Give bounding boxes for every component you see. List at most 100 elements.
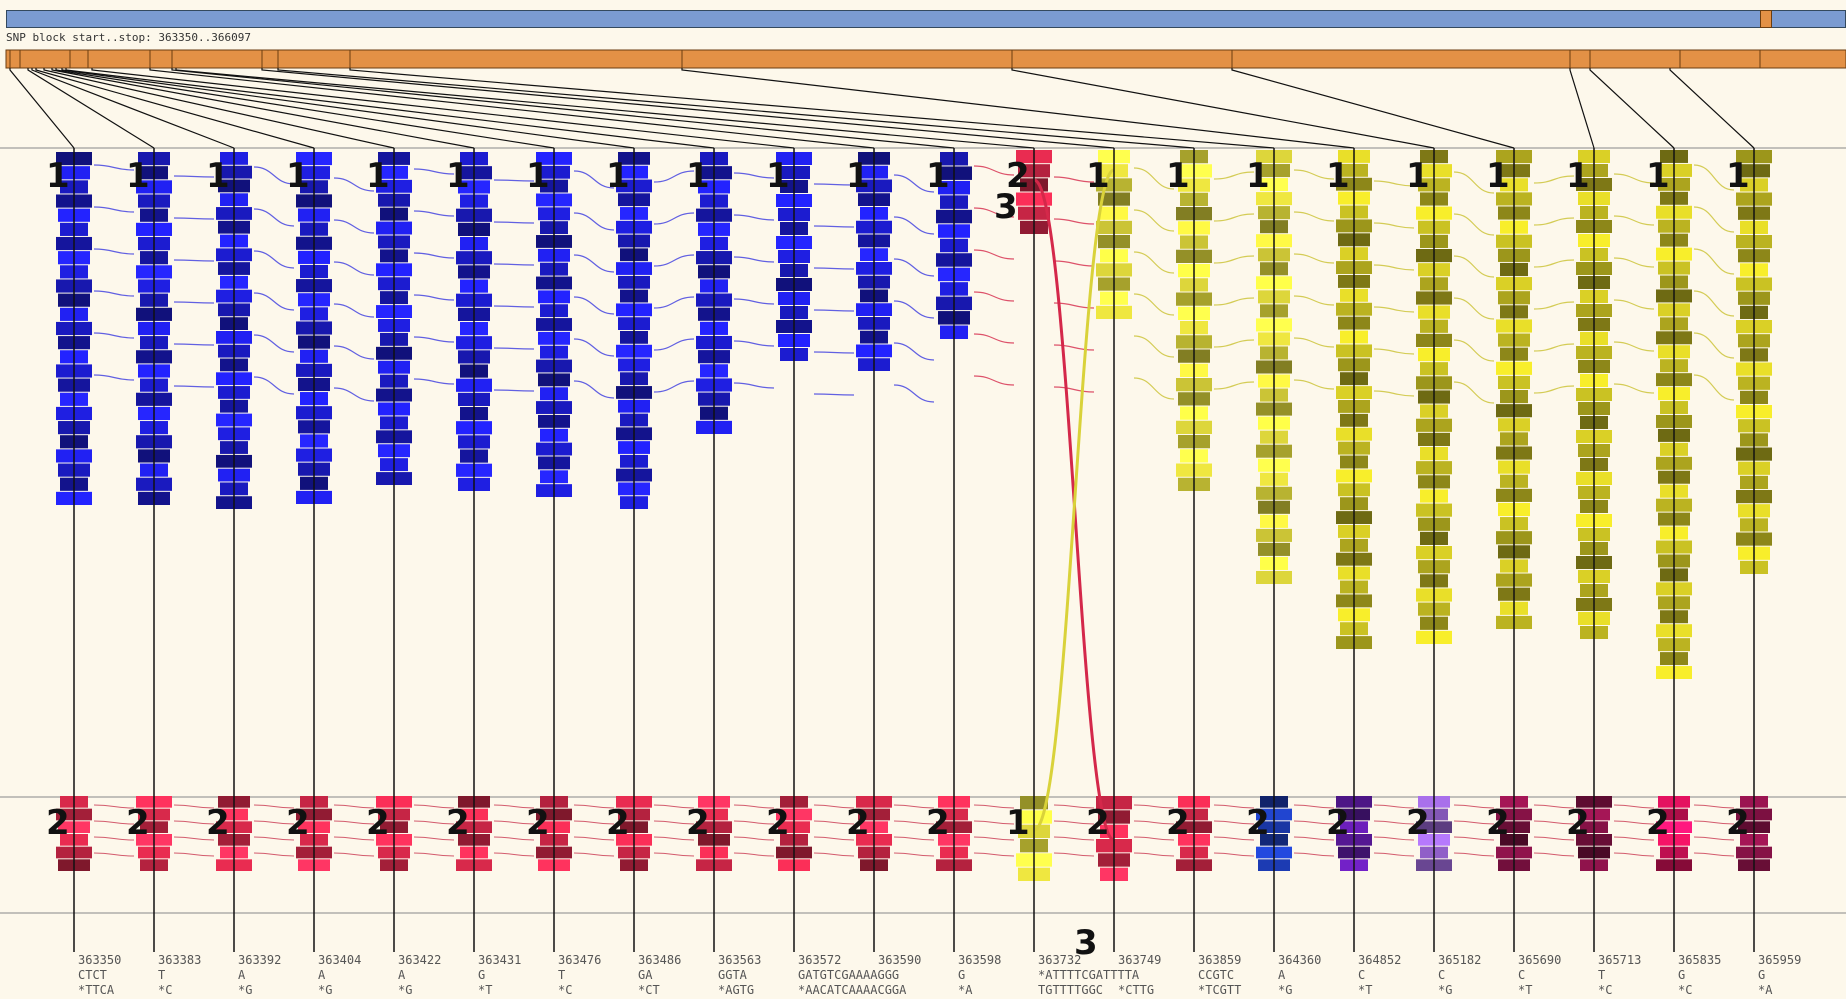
haplotype-flow [573,338,615,357]
haplotype-flow [973,852,1015,857]
snp-connector [277,68,1195,149]
haplotype-number-top: 1 [46,156,70,196]
haplotype-flow [93,290,135,297]
haplotype-flow [333,387,375,402]
haplotype-flow [813,225,855,228]
haplotype-flow [653,296,695,309]
snp-label: 363422 A *G [398,953,442,997]
haplotype-flow [1133,377,1175,400]
haplotype-number-bottom: 2 [1646,803,1670,843]
haplotype-flow [733,298,775,305]
haplotype-flow [1533,259,1575,268]
haplotype-number-bottom: 2 [366,803,390,843]
haplotype-flow [573,380,615,399]
haplotype-flow [1453,381,1495,404]
haplotype-flow [333,303,375,318]
haplotype-flow [813,351,855,354]
haplotype-flow [1293,211,1335,222]
haplotype-flow [1293,295,1335,306]
haplotype-flow [253,852,295,857]
haplotype-number-bottom: 2 [926,803,950,843]
haplotype-flow [1533,852,1575,857]
snp-label: 363749 *CTTG [1118,953,1162,997]
haplotype-flow [413,336,455,343]
snp-connector [91,68,795,149]
haplotype-flow [253,334,295,353]
snp-label: 363431 G *T [478,953,522,997]
haplotype-flow [493,263,535,266]
snp-label: 363476 T *C [558,953,602,997]
haplotype-number-bottom: 2 [206,803,230,843]
haplotype-number-top: 1 [446,156,470,196]
haplotype-flow [1133,335,1175,358]
haplotype-number-top: 1 [286,156,310,196]
haplotype-flow [413,252,455,259]
haplotype-flow [1453,339,1495,362]
haplotype-flow [333,219,375,234]
haplotype-number-top: 1 [926,156,950,196]
haplotype-flow [1613,341,1655,352]
haplotype-flow [93,332,135,339]
haplotype-flow [1053,218,1095,225]
haplotype-flow [1533,301,1575,310]
haplotype-number-top: 1 [1566,156,1590,196]
haplotype-number-bottom: 2 [1086,803,1110,843]
snp-connector [1569,68,1595,149]
snp-connector [1589,68,1675,149]
haplotype-flow [733,256,775,263]
haplotype-flow [893,342,935,361]
snp-label: 364360 A *G [1278,953,1322,997]
snp-label: 363350 CTCT *TTCA [78,953,122,997]
haplotype-flow [1693,852,1735,857]
haplotype-flow [173,217,215,220]
haplotype-flow [813,852,855,857]
haplotype-number-top: 1 [1726,156,1750,196]
haplotype-flow [653,212,695,225]
snp-connector [349,68,1275,149]
haplotype-flow [1533,385,1575,394]
snp-label: 365182 C *G [1438,953,1482,997]
haplotype-number-bottom: 2 [766,803,790,843]
haplotype-flow [653,380,695,393]
haplotype-number-bottom: 2 [286,803,310,843]
haplotype-flow [1693,206,1735,233]
haplotype-flow [813,393,855,396]
snp-label: 365959 G *A [1758,953,1802,997]
haplotype-number-bottom: 2 [126,803,150,843]
haplotype-flow [733,852,775,857]
haplotype-number-top: 1 [1086,156,1110,196]
haplotype-number-top: 1 [1486,156,1510,196]
haplotype-flow [1053,852,1095,857]
haplotype-flow [973,375,1015,386]
haplotype-flow [1693,290,1735,317]
haplotype-number-top: 1 [686,156,710,196]
snp-label: 363590 [878,953,922,967]
haplotype-flow [253,376,295,395]
haplotype-flow [413,378,455,385]
haplotype-flow [93,852,135,857]
haplotype-flow [893,384,935,403]
haplotype-flow [1373,222,1415,229]
snp-connector [1669,68,1755,149]
haplotype-flow [1453,852,1495,857]
haplotype-flow [413,852,455,857]
haplotype-flow [333,261,375,276]
snp-label: 363404 A *G [318,953,362,997]
haplotype-flow [893,216,935,235]
haplotype-flow [893,852,935,857]
snp-label: 363563 GGTA *AGTG [718,953,762,997]
haplotype-viewer[interactable]: 1 2 1 2 1 2 1 2 1 2 1 2 1 2 1 2 1 2 1 2 1 2 1 2 2 1 1 2 1 2 1 2 1 2 1 2 1 2 1 2… [0,0,1846,999]
snp-connector [51,68,475,149]
haplotype-number-bottom: 1 [1006,803,1030,843]
haplotype-flow [653,852,695,857]
haplotype-number-top: 1 [766,156,790,196]
haplotype-flow [1533,217,1575,226]
haplotype-number-top: 1 [1406,156,1430,196]
haplotype-flow [1453,297,1495,320]
haplotype-number-top: 1 [1166,156,1190,196]
snp-label: 365835 G *C [1678,953,1722,997]
haplotype-flow [1213,213,1255,222]
extra-haplotype-label: 3 [994,187,1018,227]
haplotype-number-bottom: 2 [606,803,630,843]
haplotype-flow [1533,343,1575,352]
